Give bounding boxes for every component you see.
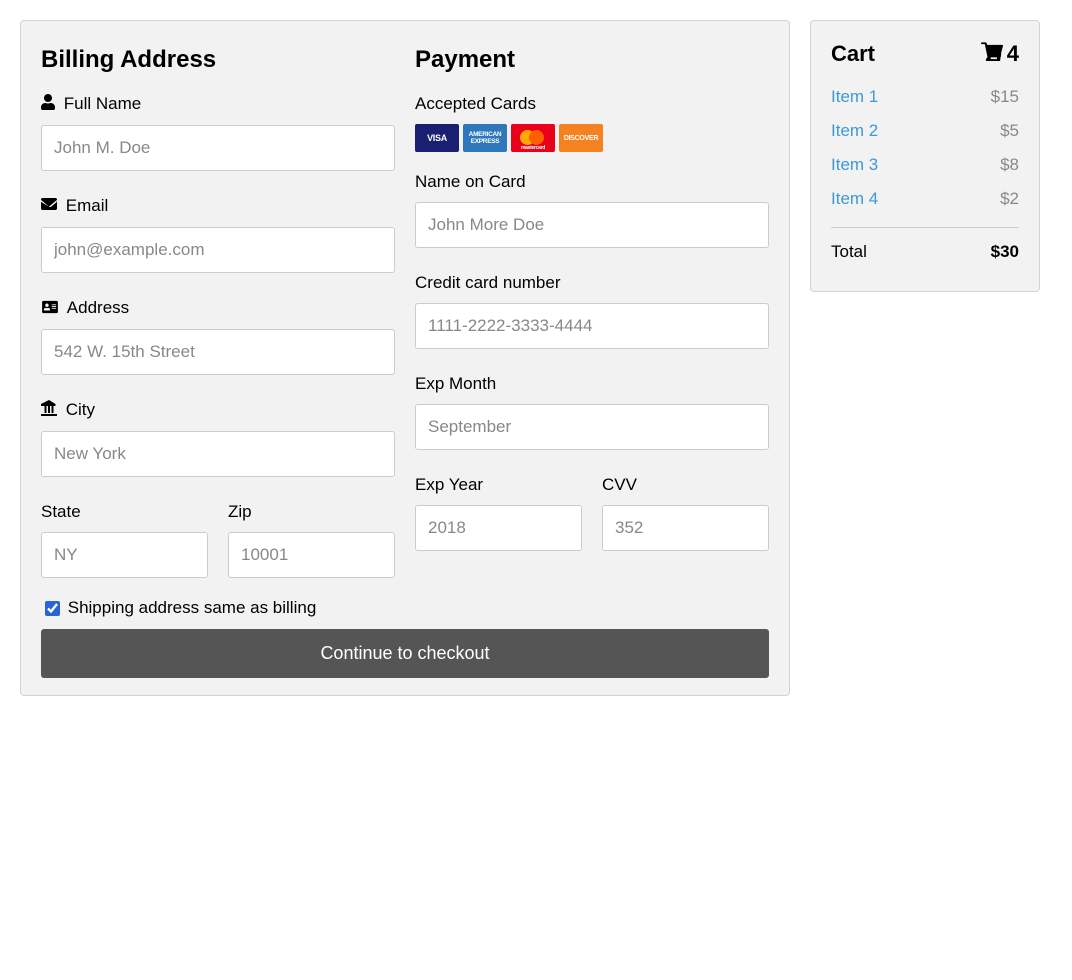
cart-item-price: $15 xyxy=(991,87,1019,107)
address-card-icon xyxy=(41,299,59,319)
same-address-label[interactable]: Shipping address same as billing xyxy=(41,598,769,619)
zip-input[interactable] xyxy=(228,532,395,578)
same-address-checkbox[interactable] xyxy=(45,601,60,616)
city-input[interactable] xyxy=(41,431,395,477)
cc-number-input[interactable] xyxy=(415,303,769,349)
payment-heading: Payment xyxy=(415,46,769,74)
cart-item-link[interactable]: Item 3 xyxy=(831,155,878,175)
full-name-label: Full Name xyxy=(41,94,395,115)
cart-item-link[interactable]: Item 4 xyxy=(831,189,878,209)
accepted-cards-label: Accepted Cards xyxy=(415,94,769,114)
visa-icon: VISA xyxy=(415,124,459,152)
cart-item: Item 4 $2 xyxy=(831,189,1019,209)
checkout-form-container: Billing Address Full Name xyxy=(20,20,790,696)
amex-icon: AMERICAN EXPRESS xyxy=(463,124,507,152)
cart-item-link[interactable]: Item 2 xyxy=(831,121,878,141)
cart-total-label: Total xyxy=(831,242,867,262)
cart-divider xyxy=(831,227,1019,228)
email-input[interactable] xyxy=(41,227,395,273)
zip-label: Zip xyxy=(228,502,395,522)
cart-heading: Cart xyxy=(831,41,875,67)
email-label: Email xyxy=(41,196,395,217)
cart-count-value: 4 xyxy=(1007,41,1019,67)
cart-item-price: $8 xyxy=(1000,155,1019,175)
name-on-card-label: Name on Card xyxy=(415,172,769,192)
cvv-label: CVV xyxy=(602,475,769,495)
exp-year-input[interactable] xyxy=(415,505,582,551)
exp-year-label: Exp Year xyxy=(415,475,582,495)
mastercard-icon: mastercard xyxy=(511,124,555,152)
institution-icon xyxy=(41,400,57,421)
cart-item: Item 1 $15 xyxy=(831,87,1019,107)
checkout-button[interactable]: Continue to checkout xyxy=(41,629,769,678)
accepted-cards-icons: VISA AMERICAN EXPRESS mastercard DISCOVE… xyxy=(415,124,769,152)
exp-month-label: Exp Month xyxy=(415,374,769,394)
address-label: Address xyxy=(41,298,395,319)
state-label: State xyxy=(41,502,208,522)
cart-total-value: $30 xyxy=(991,242,1019,262)
cart-total-row: Total $30 xyxy=(831,242,1019,262)
address-input[interactable] xyxy=(41,329,395,375)
discover-icon: DISCOVER xyxy=(559,124,603,152)
state-input[interactable] xyxy=(41,532,208,578)
city-label: City xyxy=(41,400,395,421)
envelope-icon xyxy=(41,196,57,217)
cart-icon xyxy=(981,41,1003,67)
exp-month-input[interactable] xyxy=(415,404,769,450)
full-name-input[interactable] xyxy=(41,125,395,171)
cart-item: Item 3 $8 xyxy=(831,155,1019,175)
cart-item-link[interactable]: Item 1 xyxy=(831,87,878,107)
cart-item-price: $2 xyxy=(1000,189,1019,209)
cc-number-label: Credit card number xyxy=(415,273,769,293)
user-icon xyxy=(41,94,55,115)
cvv-input[interactable] xyxy=(602,505,769,551)
billing-heading: Billing Address xyxy=(41,46,395,74)
cart-item-price: $5 xyxy=(1000,121,1019,141)
name-on-card-input[interactable] xyxy=(415,202,769,248)
cart-item: Item 2 $5 xyxy=(831,121,1019,141)
cart-container: Cart 4 Item 1 $15 Item 2 $5 Item 3 $8 xyxy=(810,20,1040,292)
